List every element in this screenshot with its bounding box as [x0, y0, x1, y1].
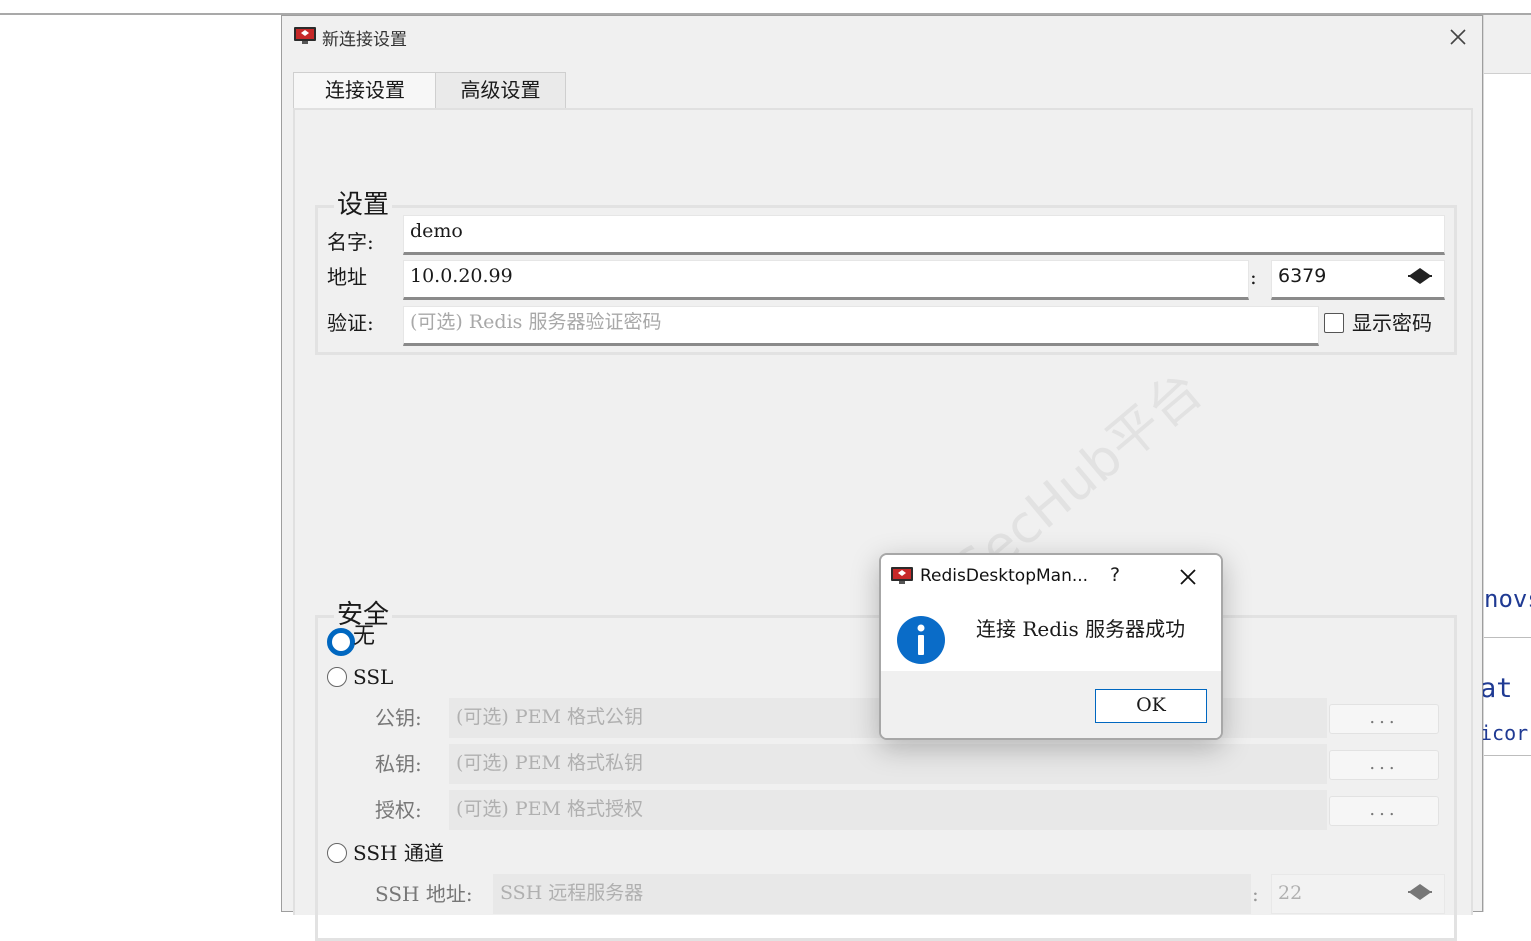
tab-panel: 设置 名字: demo 地址 10.0.20.99 : 6379 验证: (可选… — [293, 108, 1473, 941]
security-ssh-radio[interactable] — [327, 843, 347, 863]
background-text-1: novs — [1484, 585, 1531, 613]
address-label: 地址 — [327, 265, 367, 289]
auth-label: 验证: — [327, 311, 374, 335]
password-input[interactable]: (可选) Redis 服务器验证密码 — [403, 306, 1319, 346]
private-key-label: 私钥: — [375, 752, 422, 776]
security-ssl-label[interactable]: SSL — [353, 665, 393, 689]
ssh-address-label: SSH 地址: — [375, 882, 473, 906]
redis-app-icon — [891, 567, 913, 584]
show-password-checkbox[interactable] — [1324, 313, 1344, 333]
message-box-title: RedisDesktopMan... — [920, 566, 1089, 586]
background-window: novs at icor — [1480, 15, 1531, 912]
authority-label: 授权: — [375, 798, 422, 822]
message-box-footer: OK — [881, 671, 1221, 738]
port-separator: : — [1250, 265, 1257, 289]
close-icon[interactable] — [1178, 567, 1198, 587]
ssh-host-input[interactable]: SSH 远程服务器 — [493, 874, 1251, 914]
security-none-radio[interactable] — [327, 628, 355, 656]
tab-connection-settings[interactable]: 连接设置 — [293, 72, 437, 109]
show-password-label[interactable]: 显示密码 — [1352, 311, 1432, 335]
help-button[interactable]: ? — [1110, 564, 1120, 586]
background-divider — [1484, 637, 1531, 638]
success-message-box: RedisDesktopMan... ? 连接 Redis 服务器成功 OK — [879, 553, 1223, 740]
port-spin-arrows-icon[interactable] — [1407, 266, 1433, 286]
authority-input[interactable]: (可选) PEM 格式授权 — [449, 790, 1327, 830]
ssh-port-separator: : — [1252, 882, 1259, 906]
private-key-browse-button[interactable]: ... — [1329, 750, 1439, 780]
authority-browse-button[interactable]: ... — [1329, 796, 1439, 826]
name-input[interactable]: demo — [403, 215, 1445, 255]
security-none-label[interactable]: 无 — [353, 625, 375, 649]
public-key-browse-button[interactable]: ... — [1329, 704, 1439, 734]
tab-advanced-settings[interactable]: 高级设置 — [435, 72, 566, 109]
ok-button[interactable]: OK — [1095, 689, 1207, 723]
security-ssl-radio[interactable] — [327, 667, 347, 687]
name-label: 名字: — [327, 230, 374, 254]
host-input[interactable]: 10.0.20.99 — [403, 260, 1249, 300]
background-text-3: icor — [1480, 721, 1529, 745]
new-connection-dialog: 新连接设置 连接设置 高级设置 设置 名字: demo 地址 10.0.20.9… — [281, 15, 1483, 941]
security-ssh-label[interactable]: SSH 通道 — [353, 841, 444, 865]
settings-group-title: 设置 — [334, 191, 393, 219]
message-text: 连接 Redis 服务器成功 — [976, 617, 1186, 641]
message-box-titlebar: RedisDesktopMan... ? — [881, 555, 1221, 599]
background-divider — [1484, 755, 1531, 756]
public-key-label: 公钥: — [375, 706, 422, 730]
background-window-header — [1484, 15, 1531, 74]
background-text-2: at — [1480, 673, 1513, 704]
dialog-title: 新连接设置 — [322, 30, 407, 50]
info-icon — [897, 616, 945, 664]
close-icon[interactable] — [1448, 27, 1468, 47]
ssh-port-spin-arrows-icon[interactable] — [1407, 882, 1433, 902]
redis-app-icon — [294, 27, 316, 44]
dialog-titlebar: 新连接设置 — [282, 16, 1482, 60]
private-key-input[interactable]: (可选) PEM 格式私钥 — [449, 744, 1327, 784]
